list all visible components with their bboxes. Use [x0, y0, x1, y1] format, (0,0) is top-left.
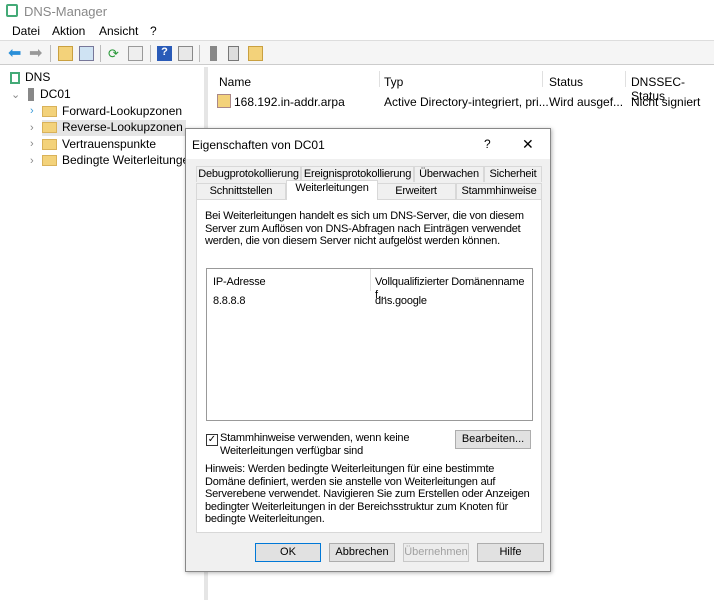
tab-root-hints[interactable]: Stammhinweise: [456, 183, 542, 199]
forwarder-ip: 8.8.8.8: [213, 295, 246, 307]
dns-app-icon: [6, 4, 18, 17]
forwarders-panel: Bei Weiterleitungen handelt es sich um D…: [196, 199, 542, 533]
table-row[interactable]: 8.8.8.8 dns.google: [207, 293, 532, 309]
title-bar: DNS-Manager: [0, 0, 714, 22]
forwarders-description: Bei Weiterleitungen handelt es sich um D…: [205, 210, 524, 247]
zone-icon[interactable]: [248, 46, 263, 61]
apply-button[interactable]: Übernehmen: [403, 543, 469, 562]
tree-node-dns[interactable]: DNS: [10, 70, 50, 86]
forwarders-list[interactable]: IP-Adresse Vollqualifizierter Domänennam…: [206, 268, 533, 421]
tab-interfaces[interactable]: Schnittstellen: [196, 183, 286, 199]
folder-icon: [42, 139, 57, 151]
ok-button[interactable]: OK: [255, 543, 321, 562]
column-header-ip[interactable]: IP-Adresse: [213, 276, 266, 289]
chevron-right-icon[interactable]: ›: [30, 138, 34, 150]
tree-label: Forward-Lookupzonen: [62, 104, 183, 118]
tab-forwarders[interactable]: Weiterleitungen: [286, 180, 378, 200]
folder-icon: [42, 155, 57, 167]
use-root-hints-checkbox[interactable]: ✓: [206, 434, 218, 446]
edit-button[interactable]: Bearbeiten...: [455, 430, 531, 449]
conditional-forwarders-note: Hinweis: Werden bedingte Weiterleitungen…: [205, 463, 530, 525]
tab-strip: Debugprotokollierung Ereignisprotokollie…: [196, 166, 542, 200]
help-dialog-button[interactable]: Hilfe: [477, 543, 544, 562]
server-icon: [28, 88, 34, 102]
show-hide-tree-icon[interactable]: [79, 46, 94, 61]
dialog-title: Eigenschaften von DC01: [192, 138, 325, 152]
folder-icon: [42, 122, 57, 134]
tree-label: Reverse-Lookupzonen: [62, 120, 183, 134]
chevron-right-icon[interactable]: ›: [30, 105, 34, 117]
tree-label: Bedingte Weiterleitungen: [62, 153, 196, 167]
zone-status: Wird ausgef...: [549, 95, 624, 109]
tree-node-conditional-forwarders[interactable]: Bedingte Weiterleitungen: [42, 153, 196, 169]
console-tree: DNS ⌄ DC01 › Forward-Lookupzonen › Rever…: [0, 67, 208, 600]
use-root-hints-label: Stammhinweise verwenden, wenn keine Weit…: [220, 432, 410, 457]
menu-datei[interactable]: Datei: [12, 24, 40, 38]
help-icon[interactable]: ?: [157, 46, 172, 61]
tab-monitoring[interactable]: Überwachen: [414, 166, 484, 182]
tree-label: Vertrauenspunkte: [62, 137, 157, 151]
chevron-down-icon[interactable]: ⌄: [11, 88, 20, 101]
zone-type: Active Directory-integriert, pri...: [384, 95, 549, 109]
zone-icon: [217, 94, 231, 108]
zone-dnssec: Nicht signiert: [631, 95, 701, 109]
toolbar: ⬅ ➡ ⟳ ?: [0, 40, 714, 65]
window-title: DNS-Manager: [24, 4, 108, 19]
zone-name: 168.192.in-addr.arpa: [234, 95, 345, 109]
tree-node-reverse-lookup[interactable]: Reverse-Lookupzonen: [42, 120, 186, 136]
menu-bar: Datei Aktion Ansicht ?: [0, 22, 714, 40]
tree-node-trust-points[interactable]: Vertrauenspunkte: [42, 137, 156, 153]
back-icon[interactable]: ⬅: [8, 43, 23, 62]
dns-icon: [10, 71, 20, 84]
tree-node-dc01[interactable]: DC01: [28, 87, 71, 103]
export-icon[interactable]: [128, 46, 143, 61]
up-folder-icon[interactable]: [58, 46, 73, 61]
forwarder-fqdn: dns.google: [375, 295, 427, 307]
close-button[interactable]: ✕: [522, 136, 534, 153]
tree-label: DNS: [25, 70, 51, 84]
cancel-button[interactable]: Abbrechen: [329, 543, 395, 562]
tab-security[interactable]: Sicherheit: [484, 166, 542, 182]
server-icon[interactable]: [210, 46, 217, 61]
list-icon[interactable]: [228, 46, 239, 61]
refresh-icon[interactable]: ⟳: [108, 46, 123, 61]
tab-advanced[interactable]: Erweitert: [376, 183, 456, 199]
properties-dialog: Eigenschaften von DC01 ? ✕ Debugprotokol…: [185, 128, 551, 572]
table-row[interactable]: 168.192.in-addr.arpa Active Directory-in…: [212, 92, 714, 110]
column-header-status[interactable]: Status: [549, 75, 583, 89]
column-header-name[interactable]: Name: [219, 75, 251, 89]
menu-ansicht[interactable]: Ansicht: [99, 24, 138, 38]
forward-icon[interactable]: ➡: [29, 43, 44, 62]
chevron-right-icon[interactable]: ›: [30, 155, 34, 167]
folder-icon: [42, 106, 57, 118]
menu-aktion[interactable]: Aktion: [52, 24, 85, 38]
properties-icon[interactable]: [178, 46, 193, 61]
tree-node-forward-lookup[interactable]: Forward-Lookupzonen: [42, 104, 182, 120]
dialog-title-bar: Eigenschaften von DC01 ? ✕: [186, 129, 550, 159]
column-header-type[interactable]: Typ: [384, 75, 403, 89]
chevron-right-icon[interactable]: ›: [30, 122, 34, 134]
menu-help[interactable]: ?: [150, 24, 157, 38]
tree-label: DC01: [40, 87, 71, 101]
help-button[interactable]: ?: [484, 137, 491, 151]
